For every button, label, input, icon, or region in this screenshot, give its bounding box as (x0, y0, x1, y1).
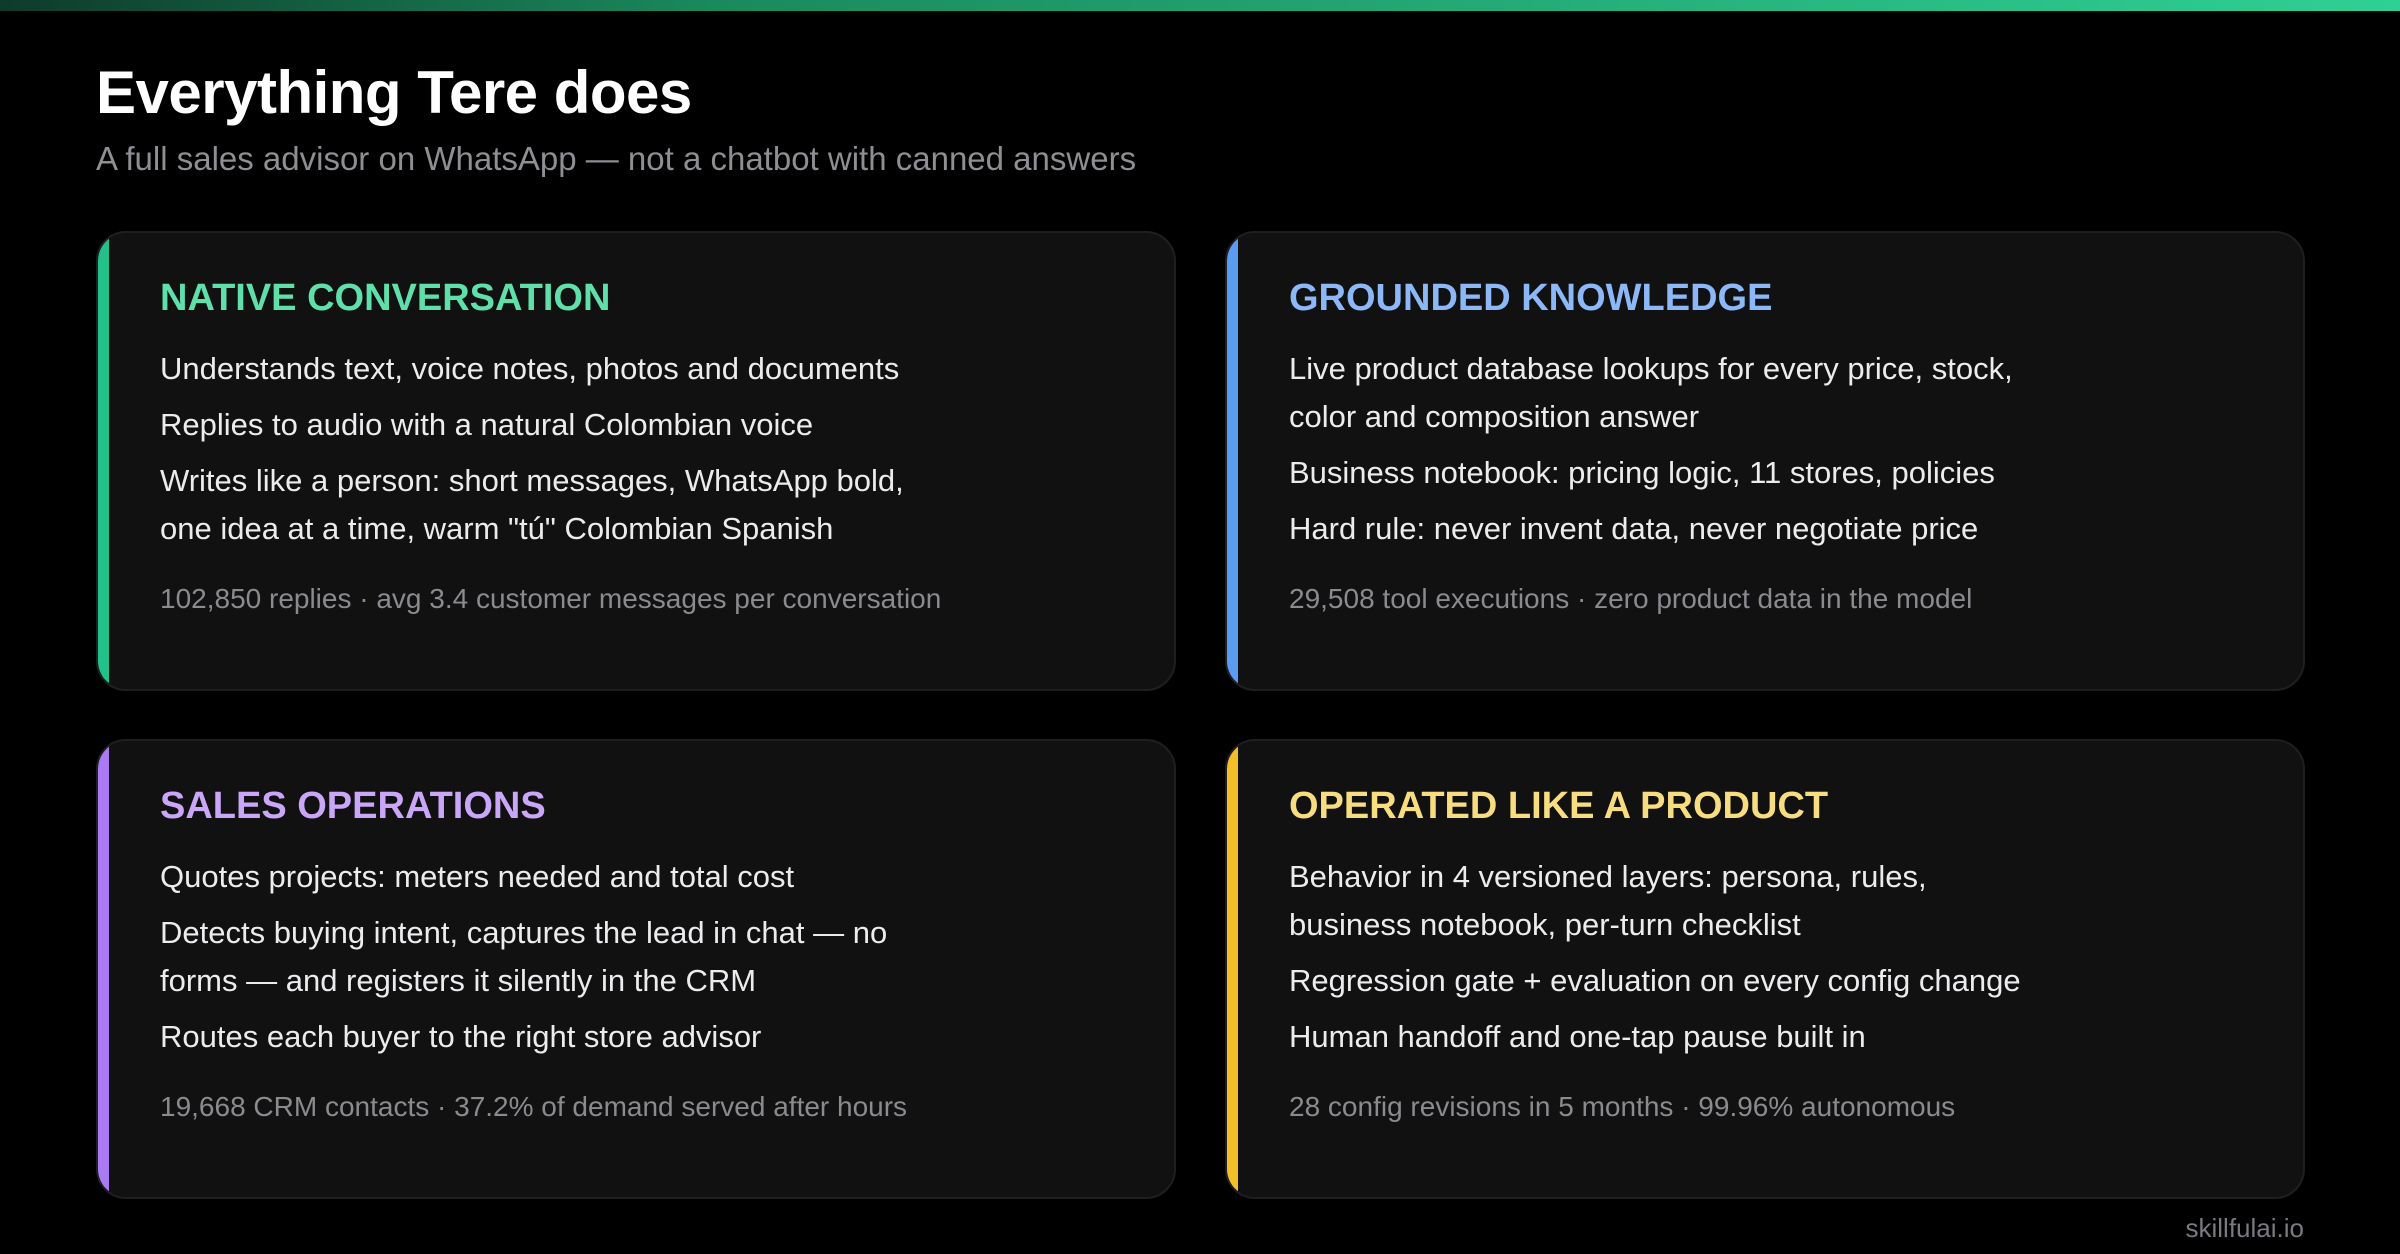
card-native-conversation: NATIVE CONVERSATION Understands text, vo… (96, 231, 1176, 691)
card-bullet-list: Behavior in 4 versioned layers: persona,… (1289, 853, 2263, 1061)
page-subtitle: A full sales advisor on WhatsApp — not a… (96, 140, 1137, 177)
card-stat: 102,850 replies · avg 3.4 customer messa… (160, 583, 942, 614)
card-stat: 19,668 CRM contacts · 37.2% of demand se… (160, 1091, 908, 1122)
top-accent-bar (0, 0, 2400, 11)
card-bullet: Routes each buyer to the right store adv… (160, 1019, 762, 1054)
card-bullet: Hard rule: never invent data, never nego… (1289, 511, 1979, 546)
card-stat: 29,508 tool executions · zero product da… (1289, 583, 1973, 614)
card-bullet: Quotes projects: meters needed and total… (160, 859, 795, 894)
card-heading: OPERATED LIKE A PRODUCT (1289, 785, 1829, 827)
card-bullet: Detects buying intent, captures the lead… (160, 915, 888, 998)
card-bullet: Writes like a person: short messages, Wh… (160, 463, 904, 546)
card-accent-bar (1227, 741, 1238, 1197)
card-heading: GROUNDED KNOWLEDGE (1289, 277, 1773, 319)
card-grounded-knowledge: GROUNDED KNOWLEDGE Live product database… (1225, 231, 2305, 691)
card-sales-operations: SALES OPERATIONS Quotes projects: meters… (96, 739, 1176, 1199)
card-bullet: Replies to audio with a natural Colombia… (160, 407, 814, 442)
card-bullet: Human handoff and one-tap pause built in (1289, 1019, 1866, 1054)
card-bullet: Business notebook: pricing logic, 11 sto… (1289, 455, 1995, 490)
card-operated-like-a-product: OPERATED LIKE A PRODUCT Behavior in 4 ve… (1225, 739, 2305, 1199)
footer-brand: skillfulai.io (2185, 1213, 2305, 1243)
card-bullet: Understands text, voice notes, photos an… (160, 351, 900, 386)
card-bullet-list: Understands text, voice notes, photos an… (160, 345, 1134, 553)
card-bullet-list: Quotes projects: meters needed and total… (160, 853, 1134, 1061)
card-accent-bar (1227, 233, 1238, 689)
card-bullet: Regression gate + evaluation on every co… (1289, 963, 2021, 998)
card-stat: 28 config revisions in 5 months · 99.96%… (1289, 1091, 1956, 1122)
page-title: Everything Tere does (96, 59, 692, 126)
card-bullet: Behavior in 4 versioned layers: persona,… (1289, 859, 1927, 942)
card-accent-bar (98, 233, 109, 689)
card-heading: SALES OPERATIONS (160, 785, 546, 827)
card-accent-bar (98, 741, 109, 1197)
card-bullet-list: Live product database lookups for every … (1289, 345, 2263, 553)
card-heading: NATIVE CONVERSATION (160, 277, 611, 319)
card-bullet: Live product database lookups for every … (1289, 351, 2013, 434)
